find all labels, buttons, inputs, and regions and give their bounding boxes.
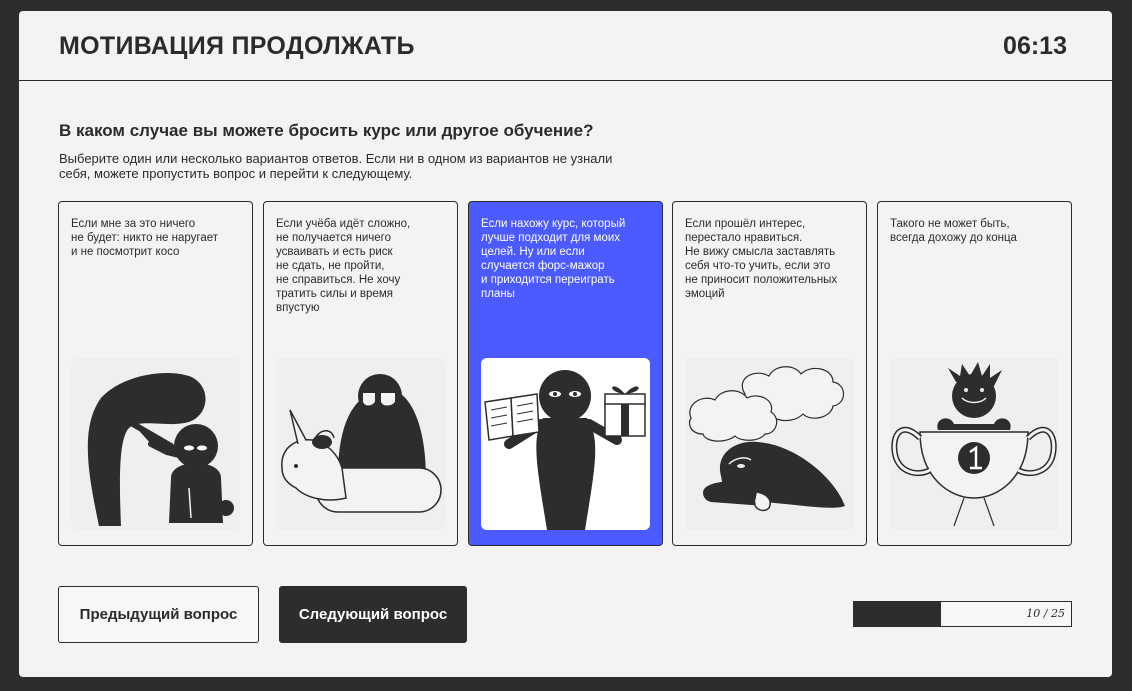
option-card-3[interactable]: Если нахожу курс, который лучше подходит…: [468, 201, 663, 546]
quiz-panel: МОТИВАЦИЯ ПРОДОЛЖАТЬ 06:13 В каком случа…: [19, 11, 1112, 677]
trophy-figure-icon: [890, 358, 1059, 530]
header: МОТИВАЦИЯ ПРОДОЛЖАТЬ 06:13: [19, 11, 1112, 81]
option-text: Если нахожу курс, который лучше подходит…: [481, 218, 626, 300]
option-text: Если прошёл интерес, перестало нравиться…: [685, 218, 838, 300]
option-text: Если мне за это ничего не будет: никто н…: [71, 218, 219, 258]
next-question-button[interactable]: Следующий вопрос: [279, 586, 467, 643]
previous-question-button[interactable]: Предыдущий вопрос: [58, 586, 259, 643]
book-and-gift-figure-icon: [481, 358, 650, 530]
question-hint: Выберите один или несколько вариантов от…: [59, 151, 613, 181]
progress-fill: [854, 602, 941, 626]
unicorn-figure-icon: [276, 358, 445, 530]
page-title: МОТИВАЦИЯ ПРОДОЛЖАТЬ: [59, 32, 415, 60]
option-card-2[interactable]: Если учёба идёт сложно, не получается ни…: [263, 201, 458, 546]
option-card-4[interactable]: Если прошёл интерес, перестало нравиться…: [672, 201, 867, 546]
option-text: Такого не может быть, всегда дохожу до к…: [890, 218, 1017, 244]
progress-label: 10 / 25: [1026, 607, 1065, 620]
bored-figure-clouds-icon: [685, 358, 854, 530]
answer-options: Если мне за это ничего не будет: никто н…: [58, 201, 1072, 546]
option-text: Если учёба идёт сложно, не получается ни…: [276, 218, 411, 314]
option-card-5[interactable]: Такого не может быть, всегда дохожу до к…: [877, 201, 1072, 546]
scolding-figure-icon: [71, 358, 240, 530]
progress-bar: 10 / 25: [853, 601, 1072, 627]
option-card-1[interactable]: Если мне за это ничего не будет: никто н…: [58, 201, 253, 546]
question-title: В каком случае вы можете бросить курс ил…: [59, 121, 594, 140]
timer: 06:13: [1003, 32, 1067, 60]
